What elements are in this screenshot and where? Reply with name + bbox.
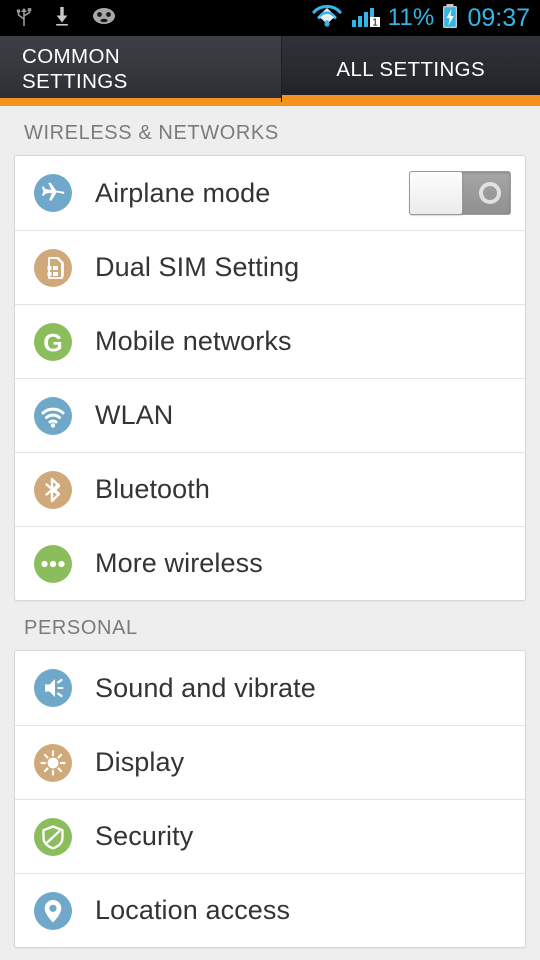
tab-bar: COMMON SETTINGS ALL SETTINGS <box>0 36 540 102</box>
list-item-bluetooth[interactable]: Bluetooth <box>15 452 525 526</box>
bluetooth-icon <box>33 470 73 510</box>
settings-list[interactable]: WIRELESS & NETWORKS Airplane mode Dual S… <box>0 106 540 960</box>
list-item-security[interactable]: Security <box>15 799 525 873</box>
tab-all-settings-label: ALL SETTINGS <box>336 57 486 81</box>
tab-common-settings[interactable]: COMMON SETTINGS <box>0 36 282 102</box>
battery-percent-label: 11% <box>387 4 435 31</box>
list-item-label: Mobile networks <box>95 326 292 356</box>
list-item-wlan[interactable]: WLAN <box>15 378 525 452</box>
switch-off-mark-icon <box>479 182 501 204</box>
speaker-icon <box>33 668 73 708</box>
list-item-more-wireless[interactable]: More wireless <box>15 526 525 600</box>
list-item-display[interactable]: Display <box>15 725 525 799</box>
list-item-label: Location access <box>95 895 291 925</box>
sim-card-icon <box>33 248 73 288</box>
wifi-icon <box>310 3 344 34</box>
list-item-label: More wireless <box>95 548 263 578</box>
phone-screen: 1 11% 09:37 COMMON SETTINGS ALL SETTINGS… <box>0 0 540 960</box>
list-item-airplane-mode[interactable]: Airplane mode <box>15 156 525 230</box>
section-header-accounts: ACCOUNTS <box>0 948 540 960</box>
status-bar-left-icons <box>14 4 118 33</box>
list-item-label: Sound and vibrate <box>95 672 316 703</box>
tab-common-settings-line1: COMMON <box>22 45 121 68</box>
section-header-wireless: WIRELESS & NETWORKS <box>24 122 279 144</box>
list-item-location-access[interactable]: Location access <box>15 873 525 947</box>
status-bar-right-icons: 1 11% 09:37 <box>310 3 530 34</box>
section-header-personal: PERSONAL <box>24 617 138 639</box>
brightness-sun-icon <box>33 743 73 783</box>
list-item-label: Airplane mode <box>95 177 271 208</box>
svg-text:G: G <box>43 329 62 357</box>
more-dots-icon <box>33 544 73 584</box>
list-item-sound-and-vibrate[interactable]: Sound and vibrate <box>15 651 525 725</box>
tab-common-settings-line2: SETTINGS <box>22 70 128 93</box>
list-item-label: WLAN <box>95 400 174 430</box>
switch-thumb[interactable] <box>409 171 463 215</box>
usb-icon <box>14 4 34 33</box>
airplane-mode-switch[interactable] <box>409 171 511 215</box>
tab-all-settings[interactable]: ALL SETTINGS <box>281 36 540 102</box>
list-item-dual-sim-setting[interactable]: Dual SIM Setting <box>15 230 525 304</box>
settings-card-personal: Sound and vibrate Display Security Locat… <box>14 650 526 948</box>
status-bar: 1 11% 09:37 <box>0 0 540 36</box>
mobile-network-g-icon: G <box>33 322 73 362</box>
signal-bars-sim1-icon: 1 <box>351 3 381 34</box>
list-item-label: Security <box>95 821 194 851</box>
shield-icon <box>33 817 73 857</box>
clock-label: 09:37 <box>467 3 530 32</box>
list-item-label: Dual SIM Setting <box>95 252 300 282</box>
list-item-label: Bluetooth <box>95 474 210 504</box>
list-item-label: Display <box>95 747 185 777</box>
android-head-icon <box>90 5 118 32</box>
wifi-icon <box>33 396 73 436</box>
settings-card-wireless: Airplane mode Dual SIM Setting G Mobile … <box>14 155 526 601</box>
list-item-mobile-networks[interactable]: G Mobile networks <box>15 304 525 378</box>
download-icon <box>52 4 72 33</box>
airplane-icon <box>33 173 73 213</box>
svg-text:1: 1 <box>372 17 378 28</box>
map-pin-icon <box>33 891 73 931</box>
battery-charging-icon <box>441 3 459 34</box>
